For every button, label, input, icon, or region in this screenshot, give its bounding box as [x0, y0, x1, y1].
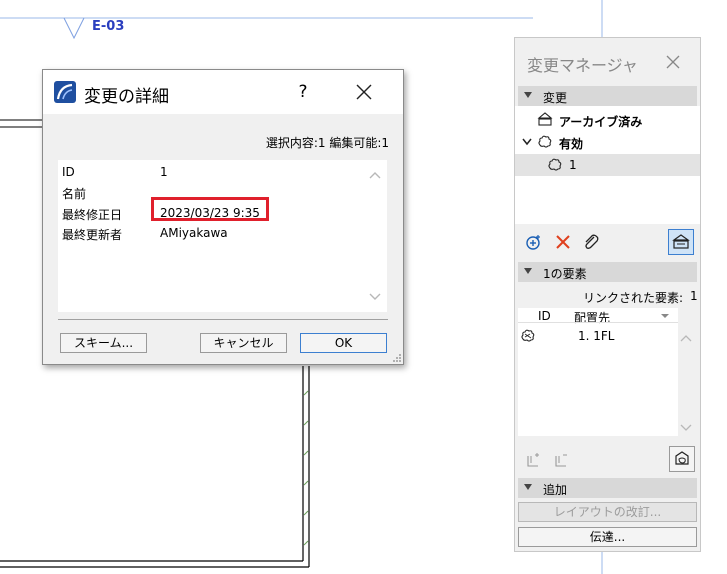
element-location[interactable]: 1. 1FL: [578, 329, 615, 343]
section-header-elements[interactable]: 1の要素: [518, 262, 697, 282]
section-header-changes[interactable]: 変更: [518, 86, 697, 106]
collapse-triangle-icon: [524, 92, 532, 98]
collapse-triangle-icon: [524, 484, 532, 490]
transmit-button[interactable]: 伝達...: [518, 527, 697, 547]
chevron-down-icon[interactable]: [522, 138, 532, 146]
palette-title: 変更マネージャ: [527, 56, 638, 75]
wall-hatch: [303, 390, 309, 546]
change-manager-palette: 変更マネージャ 変更 アーカイブ済み 有効 1 1の要素 リンクされた要素: 1…: [514, 37, 701, 552]
divider: [58, 319, 388, 320]
field-value-last-updated-by: AMiyakawa: [160, 226, 228, 240]
revision-cloud-icon: [548, 158, 562, 171]
field-label-name: 名前: [62, 187, 87, 201]
header-divider: [518, 322, 678, 323]
link-paperclip-icon[interactable]: [581, 232, 601, 252]
field-label-modified-date: 最終修正日: [62, 208, 123, 222]
new-change-icon[interactable]: [524, 232, 544, 252]
dialog-title: 変更の詳細: [84, 87, 169, 107]
elevation-marker: [63, 17, 85, 40]
section-header-add[interactable]: 追加: [518, 478, 697, 498]
changes-tree: アーカイブ済み 有効 1: [515, 106, 700, 224]
tree-item-active[interactable]: 有効: [559, 135, 583, 152]
sort-down-icon[interactable]: [660, 313, 670, 319]
tree-item-archived[interactable]: アーカイブ済み: [559, 113, 642, 130]
show-element-icon: [675, 451, 689, 465]
details-panel: ID 1 名前 最終修正日 2023/03/23 9:35 最終更新者 AMiy…: [58, 160, 387, 312]
resize-grip-icon[interactable]: [391, 352, 401, 362]
scroll-up-icon[interactable]: [368, 170, 382, 180]
scroll-up-icon[interactable]: [680, 334, 692, 342]
delete-icon[interactable]: [553, 232, 573, 252]
close-icon[interactable]: [355, 83, 373, 101]
remove-element-icon[interactable]: [552, 450, 572, 470]
cancel-button[interactable]: キャンセル: [200, 333, 287, 353]
field-value-modified-date: 2023/03/23 9:35: [160, 206, 260, 220]
archive-icon: [537, 112, 553, 126]
scroll-down-icon[interactable]: [680, 424, 692, 432]
collapse-triangle-icon: [524, 268, 532, 274]
change-details-dialog: 変更の詳細 ? 選択内容:1 編集可能:1 ID 1 名前 最終修正日 2023…: [42, 69, 404, 365]
ok-button[interactable]: OK: [300, 333, 387, 353]
scheme-button[interactable]: スキーム...: [60, 333, 147, 353]
section-label: 追加: [543, 483, 568, 497]
revision-cloud-element-icon: [521, 329, 535, 342]
archive-icon: [672, 234, 690, 249]
dialog-titlebar: 変更の詳細 ?: [43, 70, 403, 114]
app-logo-icon: [54, 81, 76, 103]
linked-elements-count: 1: [690, 289, 698, 303]
show-elements-button[interactable]: [669, 446, 695, 472]
section-label: 変更: [543, 91, 568, 105]
elements-list: ID 配置先 1. 1FL: [518, 308, 678, 436]
close-icon[interactable]: [665, 54, 681, 70]
scroll-down-icon[interactable]: [368, 292, 382, 302]
field-value-id: 1: [160, 165, 168, 179]
archive-toggle-button[interactable]: [668, 229, 694, 255]
column-header-location[interactable]: 配置先: [574, 309, 610, 326]
selection-info: 選択内容:1 編集可能:1: [265, 136, 389, 150]
column-header-id[interactable]: ID: [538, 309, 551, 323]
revision-cloud-icon: [538, 135, 552, 148]
elevation-label: E-03: [92, 19, 125, 34]
tree-selection-highlight: [515, 154, 700, 176]
section-label: 1の要素: [543, 267, 587, 281]
linked-elements-label: リンクされた要素:: [583, 291, 684, 305]
tree-item-change-1[interactable]: 1: [569, 158, 577, 172]
add-element-icon[interactable]: [524, 450, 544, 470]
field-label-last-updated-by: 最終更新者: [62, 228, 123, 242]
help-button[interactable]: ?: [293, 82, 313, 102]
field-label-id: ID: [62, 165, 75, 179]
layout-revision-button: レイアウトの改訂...: [518, 502, 697, 522]
